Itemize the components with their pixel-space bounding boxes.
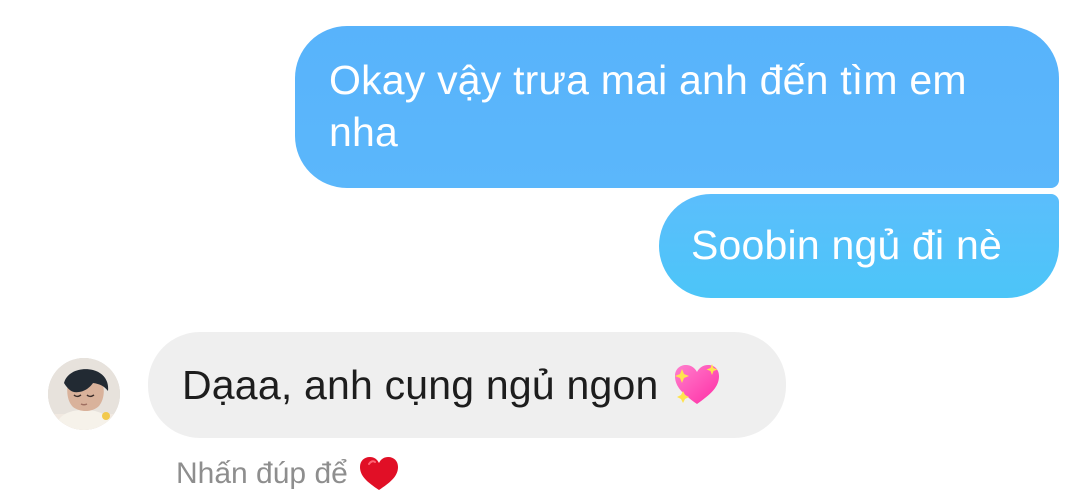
message-text: Okay vậy trưa mai anh đến tìm em nha xyxy=(329,57,967,155)
avatar[interactable] xyxy=(48,358,120,430)
heart-icon xyxy=(358,455,400,493)
message-text: Soobin ngủ đi nè xyxy=(691,222,1002,268)
outgoing-message-bubble[interactable]: Soobin ngủ đi nè xyxy=(659,194,1059,298)
message-text: Dạaa, anh cụng ngủ ngon xyxy=(182,362,659,408)
double-tap-hint[interactable]: Nhấn đúp để xyxy=(176,452,400,496)
outgoing-message-bubble[interactable]: Okay vậy trưa mai anh đến tìm em nha xyxy=(295,26,1059,188)
incoming-message-bubble[interactable]: Dạaa, anh cụng ngủ ngon xyxy=(148,332,786,438)
hint-text: Nhấn đúp để xyxy=(176,457,348,490)
sparkling-heart-icon xyxy=(671,361,723,409)
